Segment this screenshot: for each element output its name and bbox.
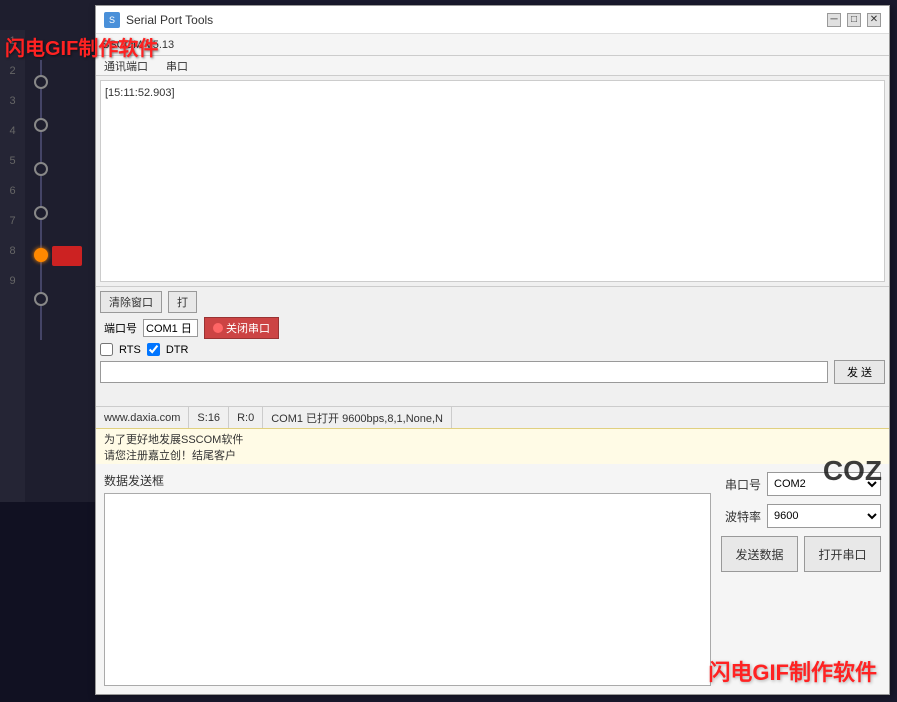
coz-text: COZ bbox=[823, 455, 882, 487]
sscom-bottom-controls: 清除窗口 打 端口号 关闭串口 R bbox=[96, 286, 889, 406]
window-title: Serial Port Tools bbox=[126, 13, 827, 27]
port-select-label: 串口号 bbox=[721, 476, 761, 493]
send-textarea-area: 数据发送框 bbox=[104, 472, 711, 686]
red-highlight-block bbox=[52, 246, 82, 266]
send-text-input[interactable] bbox=[100, 361, 828, 383]
print-button[interactable]: 打 bbox=[168, 291, 197, 313]
serial-port-tools-window: S Serial Port Tools ─ □ ✕ SSCOM V5.13 bbox=[95, 5, 890, 695]
send-button[interactable]: 发 送 bbox=[834, 360, 885, 384]
close-port-icon bbox=[213, 323, 223, 333]
send-data-button[interactable]: 发送数据 bbox=[721, 536, 798, 572]
rts-label: RTS bbox=[119, 344, 141, 356]
data-send-label: 数据发送框 bbox=[104, 472, 711, 489]
port-number-input[interactable] bbox=[143, 319, 198, 337]
upgrade-banner: 为了更好地发展SSCOM软件 请您注册嘉立创！结尾客户 bbox=[96, 428, 889, 464]
dtr-label: DTR bbox=[166, 344, 189, 356]
baud-select-label: 波特率 bbox=[721, 508, 761, 525]
status-port-info: COM1 已打开 9600bps,8,1,None,N bbox=[263, 407, 452, 428]
connector-node-4 bbox=[34, 206, 48, 220]
checkbox-row: RTS DTR bbox=[100, 343, 885, 356]
window-icon: S bbox=[104, 12, 120, 28]
data-send-textarea[interactable] bbox=[104, 493, 711, 686]
port-number-label: 端口号 bbox=[104, 320, 137, 336]
maximize-button[interactable]: □ bbox=[847, 13, 861, 27]
bottom-row-1: 清除窗口 打 bbox=[100, 291, 885, 313]
connector-node-6 bbox=[34, 292, 48, 306]
clear-window-button[interactable]: 清除窗口 bbox=[100, 291, 162, 313]
close-port-button[interactable]: 关闭串口 bbox=[204, 317, 279, 339]
watermark-bottom-right: 闪电GIF制作软件 bbox=[708, 655, 877, 687]
connector-node-1 bbox=[34, 75, 48, 89]
status-r: R:0 bbox=[229, 407, 263, 428]
connector-node-5-active bbox=[34, 248, 48, 262]
baud-select[interactable]: 9600 bbox=[767, 504, 881, 528]
dark-bottom-panel bbox=[0, 502, 110, 702]
receive-area: [15:11:52.903] bbox=[100, 80, 885, 282]
port-control-row: 端口号 关闭串口 bbox=[100, 317, 885, 339]
watermark-top-left: 闪电GIF制作软件 bbox=[5, 32, 158, 61]
menu-serial[interactable]: 串口 bbox=[162, 58, 192, 74]
connector-node-2 bbox=[34, 118, 48, 132]
right-controls: 串口号 COM2 波特率 9600 发送数据 打开串口 bbox=[721, 472, 881, 686]
action-buttons-row: 发送数据 打开串口 bbox=[721, 536, 881, 572]
status-s: S:16 bbox=[189, 407, 229, 428]
status-bar: www.daxia.com S:16 R:0 COM1 已打开 9600bps,… bbox=[96, 406, 889, 428]
dtr-checkbox[interactable] bbox=[147, 343, 160, 356]
close-button[interactable]: ✕ bbox=[867, 13, 881, 27]
minimize-button[interactable]: ─ bbox=[827, 13, 841, 27]
window-body: SSCOM V5.13 通讯端口 串口 [15:11:52.903] 清除窗口 … bbox=[96, 34, 889, 694]
upgrade-line-1: 为了更好地发展SSCOM软件 bbox=[104, 431, 881, 447]
open-port-button[interactable]: 打开串口 bbox=[804, 536, 881, 572]
upgrade-line-2: 请您注册嘉立创！结尾客户 bbox=[104, 447, 881, 463]
title-bar: S Serial Port Tools ─ □ ✕ bbox=[96, 6, 889, 34]
window-controls: ─ □ ✕ bbox=[827, 13, 881, 27]
sscom-menu-bar: 通讯端口 串口 bbox=[96, 56, 889, 76]
sscom-area: SSCOM V5.13 通讯端口 串口 [15:11:52.903] 清除窗口 … bbox=[96, 34, 889, 464]
status-website: www.daxia.com bbox=[96, 407, 189, 428]
send-input-row: 发 送 bbox=[100, 360, 885, 384]
log-line-1: [15:11:52.903] bbox=[105, 85, 880, 101]
baud-select-row: 波特率 9600 bbox=[721, 504, 881, 528]
connector-node-3 bbox=[34, 162, 48, 176]
rts-checkbox[interactable] bbox=[100, 343, 113, 356]
sscom-title-bar: SSCOM V5.13 bbox=[96, 34, 889, 56]
